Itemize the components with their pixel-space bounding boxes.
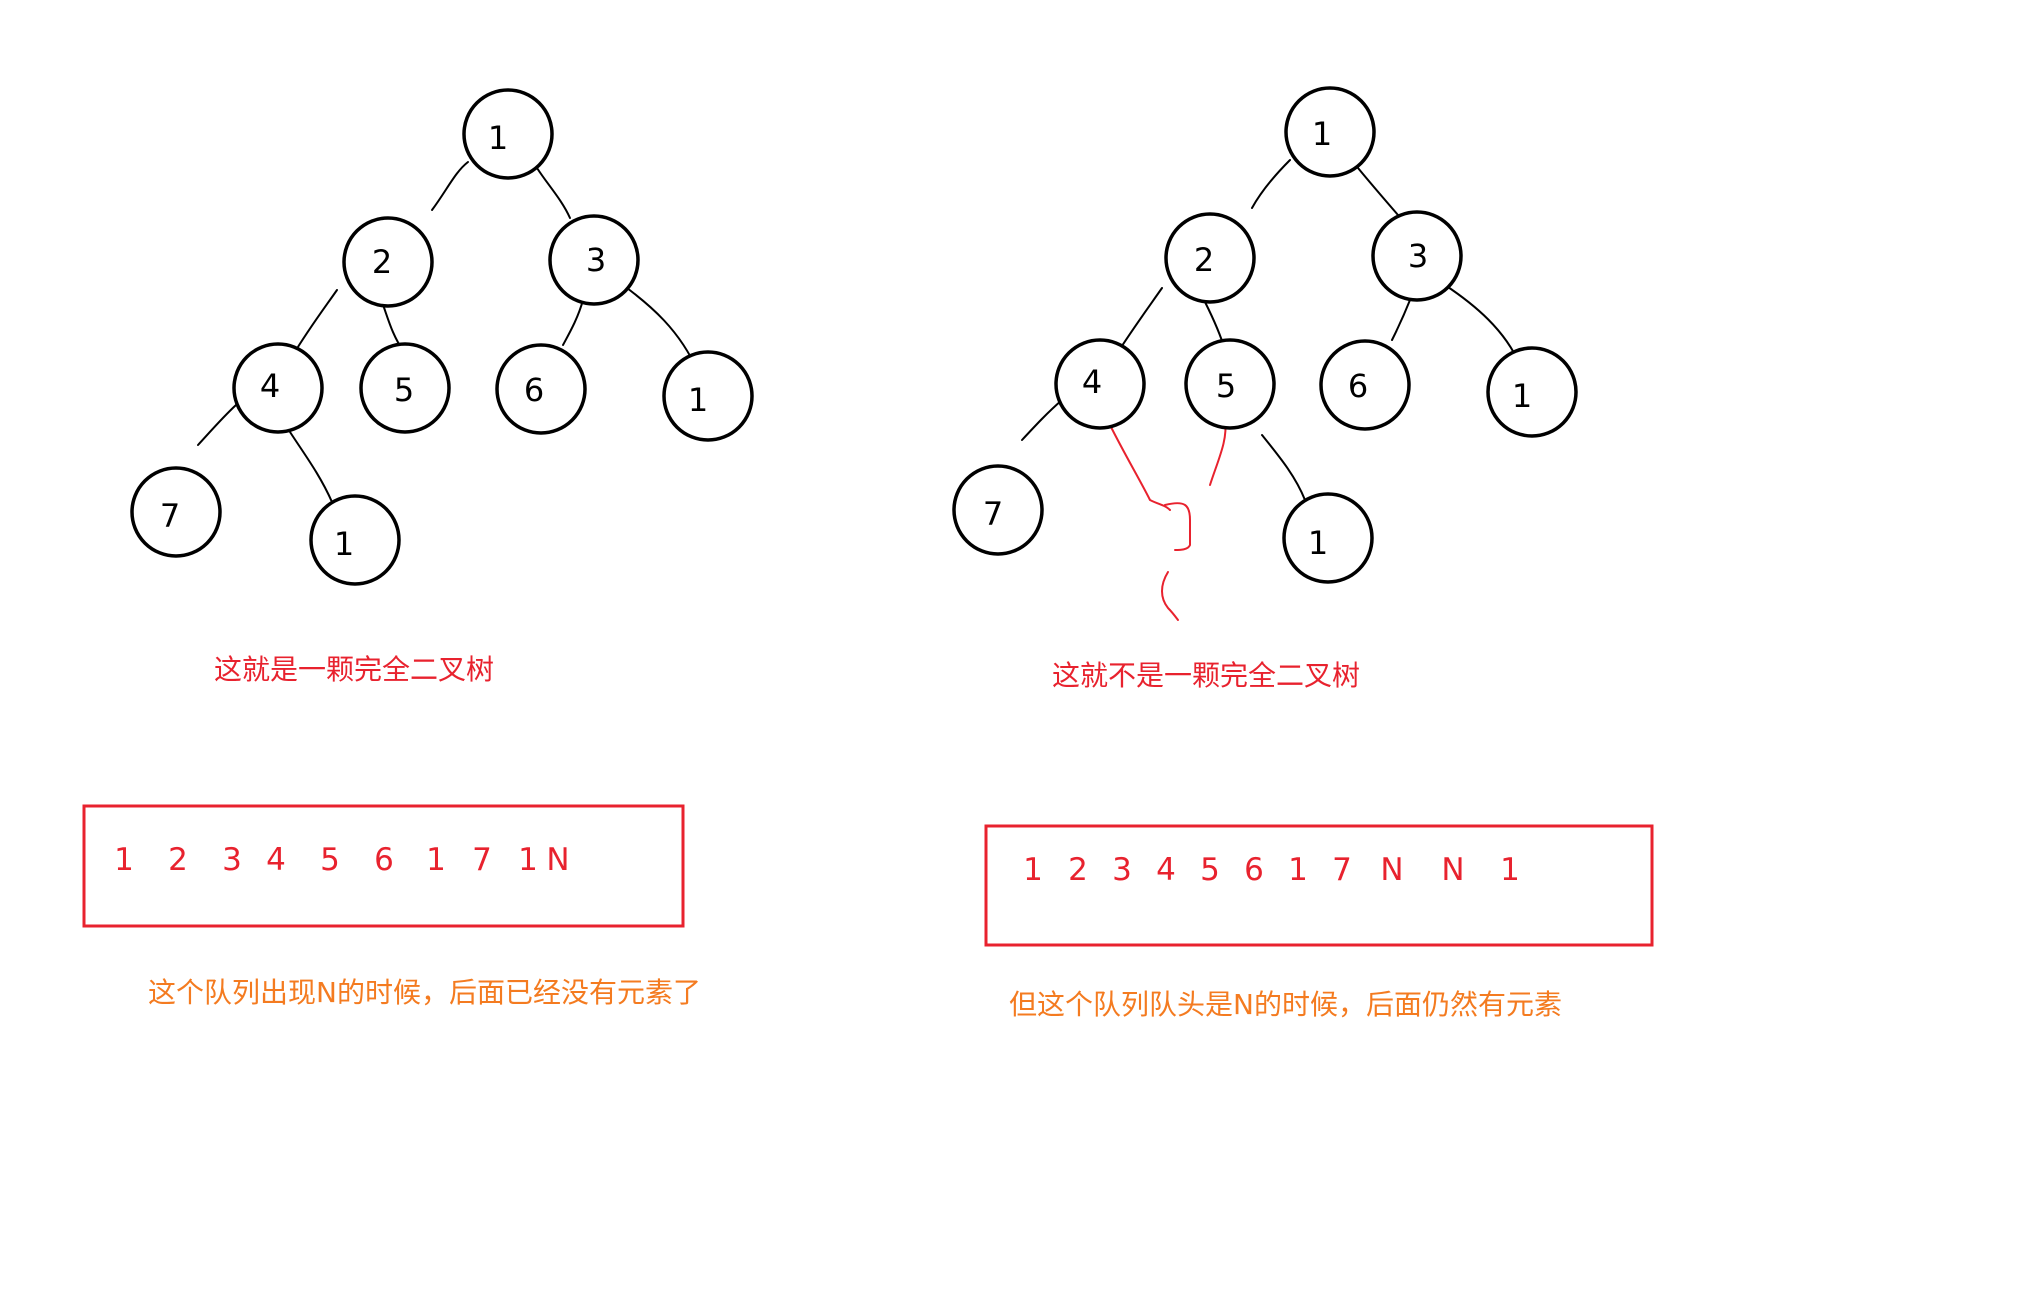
left-edge-4-7 [197, 404, 237, 446]
right-queue-item: 3 [1112, 852, 1132, 888]
left-tree: 1 2 3 4 5 6 1 7 1 [130, 88, 754, 586]
left-node-root-label: 1 [488, 119, 508, 157]
left-node-3: 3 [548, 214, 640, 306]
left-queue-item: 2 [168, 842, 188, 878]
left-node-2-label: 2 [372, 243, 392, 281]
left-queue-item: 4 [266, 842, 286, 878]
left-note: 这个队列出现N的时候，后面已经没有元素了 [148, 976, 701, 1009]
right-queue-items: 12345617NN1 [1023, 852, 1520, 888]
right-queue-item: N [1380, 852, 1403, 888]
left-edge-3-6 [562, 299, 584, 346]
left-node-7-label: 7 [160, 497, 180, 535]
right-caption: 这就不是一颗完全二叉树 [1052, 659, 1360, 692]
right-node-4-label: 4 [1082, 363, 1102, 401]
left-node-leaf-1b: 1 [309, 494, 401, 586]
right-node-3-label: 3 [1408, 237, 1428, 275]
right-node-5-label: 5 [1216, 367, 1236, 405]
right-queue-item: 4 [1156, 852, 1176, 888]
left-node-leaf-1b-label: 1 [334, 525, 354, 563]
diagram-canvas: 1 2 3 4 5 6 1 7 1 1 2 3 4 5 6 1 7 1 这就是一… [82, 86, 1654, 1021]
right-queue-item: 2 [1068, 852, 1088, 888]
left-caption: 这就是一颗完全二叉树 [214, 653, 494, 686]
left-node-5: 5 [359, 342, 451, 434]
right-queue-item: 6 [1244, 852, 1264, 888]
left-queue-items: 123456171N [114, 842, 569, 878]
right-node-7-label: 7 [983, 495, 1003, 533]
right-node-7: 7 [952, 464, 1044, 556]
right-edge-3-6 [1391, 299, 1411, 341]
right-note: 但这个队列队头是N的时候，后面仍然有元素 [1009, 988, 1562, 1021]
right-missing-child-mark-b [1209, 419, 1227, 486]
left-queue-item: 1 [114, 842, 134, 878]
left-node-root: 1 [462, 88, 554, 180]
right-node-leaf-1b: 1 [1282, 492, 1374, 584]
left-node-3-label: 3 [586, 241, 606, 279]
left-edge-4-1 [289, 431, 333, 503]
left-queue-item: 3 [222, 842, 242, 878]
right-node-3: 3 [1371, 210, 1463, 302]
left-node-leaf-1a: 1 [662, 350, 754, 442]
left-node-4: 4 [232, 342, 324, 434]
right-edge-4-7 [1021, 399, 1063, 441]
right-node-leaf-1b-label: 1 [1308, 524, 1328, 562]
right-node-5: 5 [1184, 338, 1276, 430]
left-node-6-label: 6 [524, 371, 544, 409]
left-queue-item: 1 [518, 842, 538, 878]
right-node-6: 6 [1319, 339, 1411, 431]
right-node-leaf-1a: 1 [1486, 346, 1578, 438]
right-edge-5-1 [1261, 434, 1306, 501]
right-queue-item: 1 [1288, 852, 1308, 888]
left-node-7: 7 [130, 466, 222, 558]
right-node-2: 2 [1164, 212, 1256, 304]
right-node-4: 4 [1054, 338, 1146, 430]
right-missing-child-mark-a [1109, 424, 1171, 511]
left-node-leaf-1a-label: 1 [688, 381, 708, 419]
left-queue-item: 5 [320, 842, 340, 878]
right-node-root: 1 [1284, 86, 1376, 178]
right-node-leaf-1a-label: 1 [1512, 377, 1532, 415]
right-queue-item: 1 [1023, 852, 1043, 888]
left-node-2: 2 [342, 216, 434, 308]
right-node-2-label: 2 [1194, 241, 1214, 279]
right-node-root-label: 1 [1312, 115, 1332, 153]
left-queue-item: 6 [374, 842, 394, 878]
left-node-5-label: 5 [394, 371, 414, 409]
right-edge-2-4 [1117, 287, 1163, 353]
left-node-4-label: 4 [260, 367, 280, 405]
left-edge-1-3 [536, 167, 571, 219]
right-queue-item: 1 [1500, 852, 1520, 888]
right-edge-1-3 [1357, 167, 1399, 216]
right-missing-child-bracket-b [1161, 571, 1179, 621]
right-queue-item: N [1441, 852, 1464, 888]
right-node-6-label: 6 [1348, 367, 1368, 405]
right-queue-item: 7 [1332, 852, 1352, 888]
right-edge-1-2 [1251, 159, 1291, 209]
left-edge-2-4 [292, 289, 338, 356]
right-queue-item: 5 [1200, 852, 1220, 888]
right-tree: 1 2 3 4 5 6 1 7 1 [952, 86, 1578, 621]
left-queue-item: 7 [472, 842, 492, 878]
left-edge-1-2 [431, 161, 469, 211]
left-queue-item: N [546, 842, 569, 878]
left-queue-item: 1 [426, 842, 446, 878]
left-node-6: 6 [495, 343, 587, 435]
